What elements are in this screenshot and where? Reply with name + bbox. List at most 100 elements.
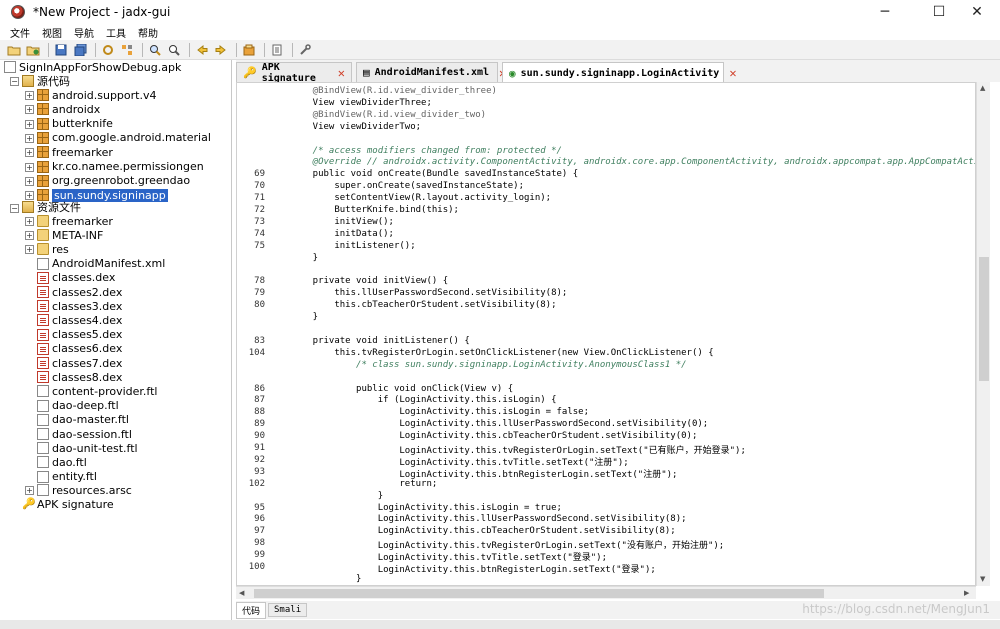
- expand-icon[interactable]: +: [25, 217, 34, 226]
- horizontal-scroll-thumb[interactable]: [254, 589, 824, 598]
- tree-resource-file-item[interactable]: dao-session.ftl: [37, 427, 132, 441]
- tree-resource-folder[interactable]: 资源文件: [22, 200, 81, 214]
- scroll-down-icon[interactable]: ▼: [980, 575, 985, 583]
- tree-resource-file-item[interactable]: classes3.dex: [37, 299, 122, 313]
- tree-resource-file-item[interactable]: dao.ftl: [37, 455, 87, 469]
- tree-resource-file-item[interactable]: classes5.dex: [37, 328, 122, 342]
- menu-tools[interactable]: 工具: [106, 25, 126, 40]
- close-button[interactable]: ✕: [954, 0, 1000, 24]
- tree-resource-file-item[interactable]: classes2.dex: [37, 285, 122, 299]
- menu-navigation[interactable]: 导航: [74, 25, 94, 40]
- tree-package-item[interactable]: org.greenrobot.greendao: [37, 174, 190, 188]
- tab-apk-signature[interactable]: 🔑 APK signature ✕: [236, 62, 352, 84]
- tree-resource-file-item[interactable]: classes.dex: [37, 271, 115, 285]
- open-icon[interactable]: [6, 42, 22, 58]
- package-icon: [37, 146, 49, 159]
- tree-resource-folder-item[interactable]: freemarker: [37, 214, 113, 228]
- folder-icon: [37, 229, 49, 242]
- scroll-up-icon[interactable]: ▲: [980, 84, 985, 92]
- tree-package-item[interactable]: androidx: [37, 102, 100, 116]
- code-line: LoginActivity.this.llUserPasswordSecond.…: [291, 514, 687, 525]
- tab-close-icon[interactable]: ✕: [729, 66, 736, 80]
- code-line: }: [291, 573, 362, 584]
- tree-resource-file-item[interactable]: dao-master.ftl: [37, 413, 129, 427]
- settings-icon[interactable]: [297, 42, 313, 58]
- collapse-icon[interactable]: −: [10, 204, 19, 213]
- tree-apk-signature[interactable]: 🔑 APK signature: [22, 497, 114, 511]
- forward-icon[interactable]: [213, 42, 229, 58]
- tree-package-item[interactable]: freemarker: [37, 145, 113, 159]
- menu-file[interactable]: 文件: [10, 25, 30, 40]
- code-line: return;: [291, 478, 438, 489]
- search-icon[interactable]: [147, 42, 163, 58]
- tree-package-item[interactable]: kr.co.namee.permissiongen: [37, 160, 204, 174]
- expand-icon[interactable]: +: [25, 486, 34, 495]
- save-all-icon[interactable]: [72, 42, 88, 58]
- title-bar: *New Project - jadx-gui ─ ☐ ✕: [0, 0, 1000, 24]
- tree-resources-arsc[interactable]: resources.arsc: [37, 483, 132, 497]
- code-line: public void onCreate(Bundle savedInstanc…: [291, 169, 579, 180]
- tree-resource-file-item[interactable]: classes6.dex: [37, 342, 122, 356]
- expand-icon[interactable]: +: [25, 176, 34, 186]
- line-number: 99: [254, 550, 265, 561]
- expand-icon[interactable]: +: [25, 148, 34, 158]
- vertical-scrollbar[interactable]: ▲ ▼: [976, 82, 990, 586]
- code-line: initData();: [291, 228, 394, 239]
- collapse-icon[interactable]: −: [10, 77, 19, 86]
- tree-resource-file-item[interactable]: entity.ftl: [37, 470, 97, 484]
- tree-resource-file-item[interactable]: dao-deep.ftl: [37, 399, 119, 413]
- expand-icon[interactable]: +: [25, 119, 34, 129]
- tree-resource-file-item[interactable]: content-provider.ftl: [37, 384, 157, 398]
- tree-package-item[interactable]: com.google.android.material: [37, 131, 211, 145]
- tree-resource-file-item[interactable]: dao-unit-test.ftl: [37, 441, 138, 455]
- expand-icon[interactable]: +: [25, 133, 34, 143]
- tree-resource-file-item[interactable]: classes7.dex: [37, 356, 122, 370]
- tree-package-item[interactable]: butterknife: [37, 117, 113, 131]
- tree-package-item[interactable]: android.support.v4: [37, 88, 156, 102]
- add-file-icon[interactable]: [25, 42, 41, 58]
- tree-resource-folder-item[interactable]: META-INF: [37, 228, 103, 242]
- vertical-scroll-thumb[interactable]: [979, 257, 989, 381]
- tree-root[interactable]: SignInAppForShowDebug.apk: [4, 60, 181, 74]
- back-icon[interactable]: [194, 42, 210, 58]
- line-number: 69: [254, 169, 265, 180]
- apk-file-icon: [4, 61, 16, 73]
- expand-icon[interactable]: +: [25, 245, 34, 255]
- tree-resource-file-item[interactable]: AndroidManifest.xml: [37, 257, 165, 271]
- scroll-right-icon[interactable]: ▶: [964, 589, 969, 597]
- line-number: 93: [254, 466, 265, 477]
- file-icon: [37, 413, 49, 426]
- tree-resource-file-item[interactable]: classes8.dex: [37, 370, 122, 384]
- log-icon[interactable]: [269, 42, 285, 58]
- tree-source-folder[interactable]: 源代码: [22, 74, 70, 88]
- tab-smali[interactable]: Smali: [268, 603, 308, 617]
- sync-icon[interactable]: [100, 42, 116, 58]
- save-icon[interactable]: [53, 42, 69, 58]
- code-line: LoginActivity.this.cbTeacherOrStudent.se…: [291, 526, 676, 537]
- tab-close-icon[interactable]: ✕: [338, 66, 345, 80]
- tree-resource-file-item[interactable]: classes4.dex: [37, 313, 122, 327]
- expand-icon[interactable]: +: [25, 105, 34, 115]
- expand-icon[interactable]: +: [25, 191, 34, 201]
- menu-help[interactable]: 帮助: [138, 25, 158, 40]
- tree-resource-folder-item[interactable]: res: [37, 242, 69, 256]
- flatten-icon[interactable]: [119, 42, 135, 58]
- key-icon: 🔑: [22, 497, 36, 510]
- expand-icon[interactable]: +: [25, 231, 34, 241]
- line-number: 89: [254, 419, 265, 430]
- line-number: 95: [254, 502, 265, 513]
- code-editor[interactable]: @BindView(R.id.view_divider_three) View …: [236, 82, 976, 586]
- line-number: 100: [248, 562, 265, 572]
- horizontal-scrollbar[interactable]: ◀ ▶: [236, 586, 976, 599]
- tab-login-activity[interactable]: ◉ sun.sundy.signinapp.LoginActivity ✕: [502, 62, 737, 83]
- expand-icon[interactable]: +: [25, 162, 34, 172]
- scroll-left-icon[interactable]: ◀: [239, 589, 244, 597]
- deobfuscation-icon[interactable]: [241, 42, 257, 58]
- menu-view[interactable]: 视图: [42, 25, 62, 40]
- tab-android-manifest[interactable]: ▤ AndroidManifest.xml ✕: [356, 62, 506, 82]
- find-class-icon[interactable]: [166, 42, 182, 58]
- code-line: @Override // androidx.activity.Component…: [291, 157, 976, 168]
- tab-code[interactable]: 代码: [236, 601, 267, 619]
- minimize-button[interactable]: ─: [862, 0, 908, 24]
- expand-icon[interactable]: +: [25, 91, 34, 100]
